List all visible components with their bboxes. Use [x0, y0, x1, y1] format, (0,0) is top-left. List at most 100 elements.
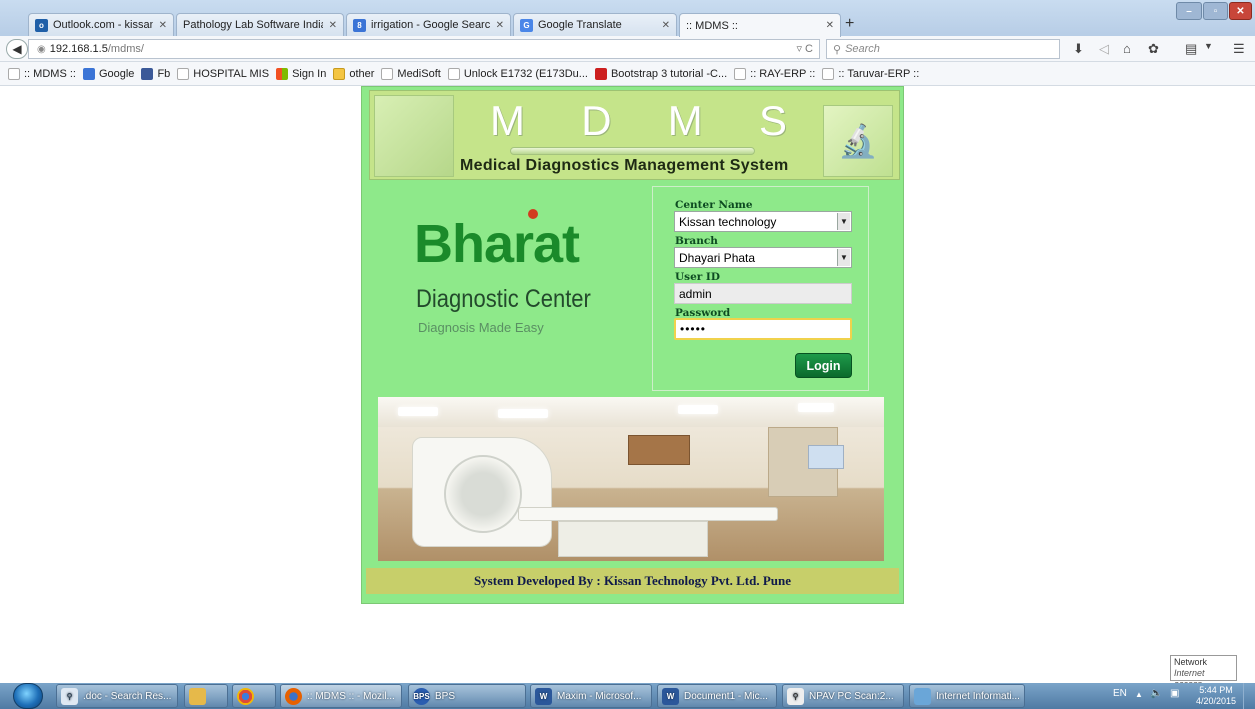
home-icon[interactable]: ⌂ — [1123, 41, 1131, 56]
bookmark-item[interactable]: :: Taruvar-ERP :: — [822, 67, 919, 80]
flask-icon — [374, 95, 454, 177]
mdms-header-banner: M D M S Medical Diagnostics Management S… — [369, 90, 900, 180]
bookmark-item[interactable]: Unlock E1732 (E173Du... — [447, 67, 588, 80]
windows-taskbar: ⚲ .doc - Search Res... :: MDMS :: - Mozi… — [0, 683, 1255, 709]
taskbar-item-search[interactable]: ⚲ .doc - Search Res... — [56, 684, 178, 708]
tab-label: :: MDMS :: — [686, 19, 738, 32]
password-input[interactable]: ••••• — [674, 318, 852, 340]
tab-pathology[interactable]: Pathology Lab Software India, ... ✕ — [176, 13, 344, 36]
bookmark-item[interactable]: Sign In — [276, 67, 326, 80]
branch-label: Branch — [675, 235, 718, 247]
network-tooltip: Network Internet access — [1170, 655, 1237, 689]
bookmark-item[interactable]: MediSoft — [381, 67, 441, 80]
new-tab-icon[interactable]: + — [845, 15, 854, 33]
addon-icon[interactable]: ✿ — [1148, 41, 1159, 57]
tab-label: Outlook.com - kissantech... — [53, 19, 153, 31]
page-icon — [177, 67, 190, 80]
start-button[interactable] — [13, 683, 43, 709]
tab-google-search[interactable]: 8 irrigation - Google Search ✕ — [346, 13, 511, 36]
bookmark-item[interactable]: Fb — [141, 67, 170, 80]
bps-icon: BPS — [413, 687, 430, 705]
brand-name: Bharat — [414, 214, 580, 274]
system-clock[interactable]: 5:44 PM 4/20/2015 — [1196, 685, 1236, 707]
browser-tab-bar: o Outlook.com - kissantech... ✕ Patholog… — [0, 0, 1255, 37]
banner-letter: D — [581, 97, 615, 144]
npav-icon: ⚲ — [787, 687, 804, 705]
show-desktop-button[interactable] — [1243, 683, 1255, 709]
brand-tagline: Diagnosis Made Easy — [418, 320, 544, 335]
firefox-icon — [285, 687, 302, 705]
banner-divider — [510, 147, 755, 155]
bookmark-item[interactable]: Bootstrap 3 tutorial -C... — [594, 67, 727, 80]
center-name-label: Center Name — [675, 199, 753, 211]
taskbar-item-word-maxim[interactable]: W Maxim - Microsof... — [530, 684, 652, 708]
url-host: 192.168.1.5 — [49, 43, 108, 55]
taskbar-item-firefox[interactable]: :: MDMS :: - Mozil... — [280, 684, 402, 708]
reload-icon[interactable]: ▿ C — [796, 42, 813, 55]
ct-scanner-image — [378, 397, 884, 561]
google-icon: 8 — [353, 18, 366, 32]
google-icon — [82, 67, 95, 80]
tab-outlook[interactable]: o Outlook.com - kissantech... ✕ — [28, 13, 174, 36]
window-close-icon[interactable]: ✕ — [1229, 2, 1252, 20]
minimize-icon[interactable]: – — [1176, 2, 1202, 20]
chrome-icon — [237, 687, 254, 705]
close-icon[interactable]: ✕ — [496, 20, 504, 31]
iis-icon — [914, 687, 931, 705]
page-icon — [822, 67, 835, 80]
address-bar[interactable]: ◉ 192.168.1.5/mdms/ ▿ C — [28, 39, 820, 59]
clipboard-icon[interactable]: ▤ — [1185, 41, 1197, 57]
chevron-down-icon: ▼ — [837, 213, 850, 230]
search-input[interactable]: ⚲ Search — [826, 39, 1060, 59]
language-indicator[interactable]: EN — [1113, 688, 1127, 699]
user-id-input[interactable]: admin — [674, 283, 852, 304]
maximize-icon[interactable]: ▫ — [1203, 2, 1228, 20]
bookmark-item[interactable]: :: MDMS :: — [8, 67, 76, 80]
taskbar-item-word-document1[interactable]: W Document1 - Mic... — [657, 684, 777, 708]
send-icon[interactable]: ◁ — [1099, 41, 1109, 57]
page-icon — [734, 67, 747, 80]
menu-icon[interactable]: ☰ — [1233, 41, 1245, 57]
close-icon[interactable]: ✕ — [159, 20, 167, 31]
branch-select[interactable]: Dhayari Phata ▼ — [674, 247, 852, 268]
close-icon[interactable]: ✕ — [826, 20, 834, 31]
clock-date: 4/20/2015 — [1196, 696, 1237, 706]
chevron-down-icon[interactable]: ▼ — [1204, 41, 1213, 51]
tab-label: Pathology Lab Software India, ... — [183, 19, 323, 31]
folder-icon — [333, 67, 346, 80]
banner-letter: M — [490, 97, 528, 144]
show-hidden-icons-icon[interactable]: ▲ — [1135, 690, 1143, 699]
taskbar-item-npav[interactable]: ⚲ NPAV PC Scan:2... — [782, 684, 904, 708]
bookmark-item[interactable]: HOSPITAL MIS — [177, 67, 269, 80]
taskbar-item-tools[interactable] — [184, 684, 228, 708]
chevron-down-icon: ▼ — [837, 249, 850, 266]
login-form: Center Name Kissan technology ▼ Branch D… — [652, 186, 869, 391]
youtube-icon — [594, 67, 607, 80]
brand-subtitle: Diagnostic Center — [416, 285, 591, 313]
word-icon: W — [535, 687, 552, 705]
navigation-bar: ◀ ◉ 192.168.1.5/mdms/ ▿ C ⚲ Search ⬇ ◁ ⌂… — [0, 36, 1255, 62]
login-button[interactable]: Login — [795, 353, 852, 378]
search-icon: ⚲ — [833, 43, 842, 56]
bookmark-item[interactable]: Google — [82, 67, 134, 80]
taskbar-item-chrome[interactable] — [232, 684, 276, 708]
word-icon: W — [662, 687, 679, 705]
bookmark-folder[interactable]: other — [333, 67, 374, 80]
center-name-select[interactable]: Kissan technology ▼ — [674, 211, 852, 232]
volume-icon[interactable]: 🔈 — [1150, 688, 1162, 699]
taskbar-item-iis[interactable]: Internet Informati... — [909, 684, 1025, 708]
close-icon[interactable]: ✕ — [662, 20, 670, 31]
page-icon — [447, 67, 460, 80]
close-icon[interactable]: ✕ — [329, 20, 337, 31]
back-icon[interactable]: ◀ — [6, 39, 28, 59]
bookmark-item[interactable]: :: RAY-ERP :: — [734, 67, 815, 80]
clock-time: 5:44 PM — [1199, 685, 1233, 695]
downloads-icon[interactable]: ⬇ — [1073, 41, 1084, 57]
taskbar-item-bps[interactable]: BPS BPS — [408, 684, 526, 708]
network-icon[interactable]: ▣ — [1170, 688, 1179, 699]
banner-subtitle: Medical Diagnostics Management System — [460, 157, 789, 174]
developer-footer: System Developed By : Kissan Technology … — [366, 568, 899, 594]
tab-mdms[interactable]: :: MDMS :: ✕ — [679, 13, 841, 37]
banner-letter: S — [758, 97, 790, 144]
tab-google-translate[interactable]: G Google Translate ✕ — [513, 13, 677, 36]
